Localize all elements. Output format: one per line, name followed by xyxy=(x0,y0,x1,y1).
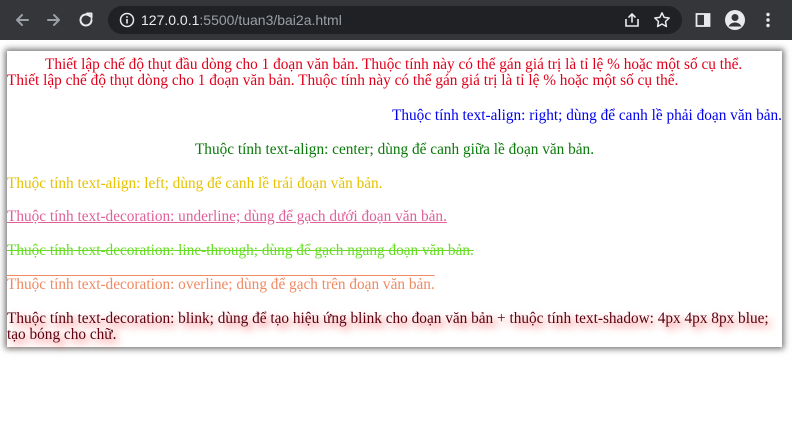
url-text[interactable]: 127.0.0.1:5500/tuan3/bai2a.html xyxy=(141,12,342,28)
reload-icon xyxy=(79,12,93,27)
info-icon[interactable] xyxy=(119,12,135,28)
menu-button[interactable] xyxy=(755,7,781,33)
forward-icon xyxy=(47,14,60,26)
side-panel-button[interactable] xyxy=(690,7,716,33)
paragraph-align-left: Thuộc tính text-align: left; dùng để can… xyxy=(7,175,383,192)
paragraph-blink-shadow: Thuộc tính text-decoration: blink; dùng … xyxy=(7,310,769,343)
back-button[interactable] xyxy=(9,7,35,33)
profile-icon xyxy=(725,10,745,30)
side-panel-icon xyxy=(695,13,711,27)
paragraph-align-right: Thuộc tính text-align: right; dùng để ca… xyxy=(392,107,782,124)
paragraph-align-center: Thuộc tính text-align: center; dùng để c… xyxy=(194,141,595,158)
paragraph-text-indent: Thiết lập chế độ thụt đầu dòng cho 1 đoạ… xyxy=(45,56,743,73)
paragraph-underline: Thuộc tính text-decoration: underline; d… xyxy=(7,208,447,225)
menu-dots-icon xyxy=(766,12,770,28)
share-icon[interactable] xyxy=(623,11,641,29)
back-icon xyxy=(16,14,29,26)
paragraph-line-through: Thuộc tính text-decoration: line-through… xyxy=(7,242,474,259)
forward-button[interactable] xyxy=(41,7,67,33)
reload-button[interactable] xyxy=(73,7,99,33)
paragraph-overline: Thuộc tính text-decoration: overline; dù… xyxy=(7,276,435,293)
content-box: Thiết lập chế độ thụt đầu dòng cho 1 đoạ… xyxy=(7,51,782,347)
bookmark-star-icon[interactable] xyxy=(653,11,671,29)
paragraph-no-indent: Thiết lập chế độ thụt dòng cho 1 đoạn vă… xyxy=(7,72,679,89)
address-bar[interactable]: 127.0.0.1:5500/tuan3/bai2a.html xyxy=(108,6,682,34)
page-viewport: Thiết lập chế độ thụt đầu dòng cho 1 đoạ… xyxy=(0,40,792,422)
browser-toolbar: 127.0.0.1:5500/tuan3/bai2a.html xyxy=(0,0,792,40)
profile-button[interactable] xyxy=(722,7,748,33)
